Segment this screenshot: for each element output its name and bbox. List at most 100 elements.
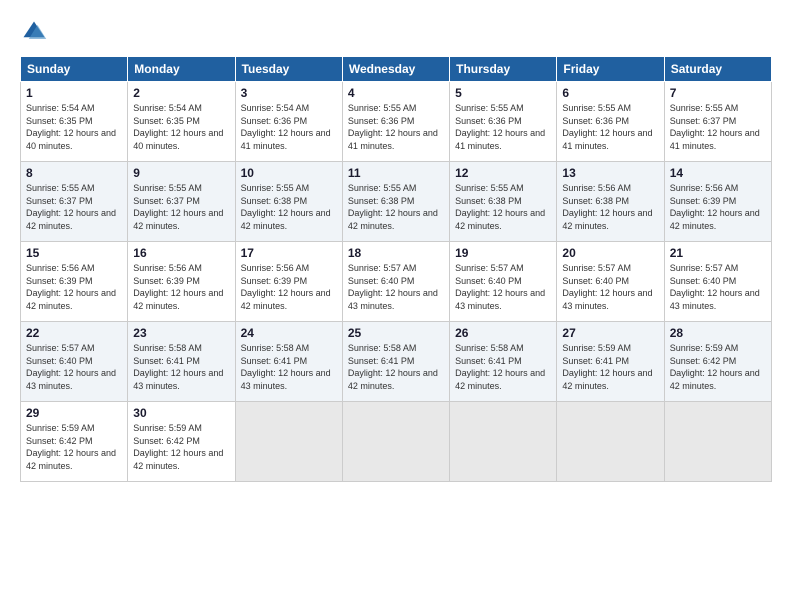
- day-number: 9: [133, 166, 229, 180]
- calendar-day-cell: 5 Sunrise: 5:55 AMSunset: 6:36 PMDaylight…: [450, 82, 557, 162]
- day-number: 12: [455, 166, 551, 180]
- weekday-header: Monday: [128, 57, 235, 82]
- calendar-day-cell: 15Sunrise: 5:56 AMSunset: 6:39 PMDayligh…: [21, 242, 128, 322]
- day-details: Sunrise: 5:59 AMSunset: 6:42 PMDaylight:…: [133, 423, 223, 471]
- day-number: 7: [670, 86, 766, 100]
- logo: [20, 18, 52, 46]
- calendar-day-cell: 16 Sunrise: 5:56 AMSunset: 6:39 PMDayligh…: [128, 242, 235, 322]
- day-details: Sunrise: 5:54 AMSunset: 6:35 PMDaylight:…: [133, 103, 223, 151]
- day-details: Sunrise: 5:57 AMSunset: 6:40 PMDaylight:…: [455, 263, 545, 311]
- day-number: 5: [455, 86, 551, 100]
- day-details: Sunrise: 5:56 AMSunset: 6:38 PMDaylight:…: [562, 183, 652, 231]
- weekday-header: Tuesday: [235, 57, 342, 82]
- day-details: Sunrise: 5:55 AMSunset: 6:37 PMDaylight:…: [26, 183, 116, 231]
- calendar-day-cell: 24 Sunrise: 5:58 AMSunset: 6:41 PMDayligh…: [235, 322, 342, 402]
- calendar-day-cell: 13 Sunrise: 5:56 AMSunset: 6:38 PMDayligh…: [557, 162, 664, 242]
- day-details: Sunrise: 5:58 AMSunset: 6:41 PMDaylight:…: [455, 343, 545, 391]
- day-number: 26: [455, 326, 551, 340]
- calendar-day-cell: 20 Sunrise: 5:57 AMSunset: 6:40 PMDayligh…: [557, 242, 664, 322]
- weekday-header: Saturday: [664, 57, 771, 82]
- calendar-day-cell: 21Sunrise: 5:57 AMSunset: 6:40 PMDayligh…: [664, 242, 771, 322]
- calendar-day-cell: 26 Sunrise: 5:58 AMSunset: 6:41 PMDayligh…: [450, 322, 557, 402]
- calendar-week-row: 29Sunrise: 5:59 AMSunset: 6:42 PMDayligh…: [21, 402, 772, 482]
- day-details: Sunrise: 5:55 AMSunset: 6:36 PMDaylight:…: [348, 103, 438, 151]
- calendar-day-cell: 23 Sunrise: 5:58 AMSunset: 6:41 PMDayligh…: [128, 322, 235, 402]
- day-details: Sunrise: 5:56 AMSunset: 6:39 PMDaylight:…: [133, 263, 223, 311]
- day-details: Sunrise: 5:54 AMSunset: 6:35 PMDaylight:…: [26, 103, 116, 151]
- calendar-day-cell: [664, 402, 771, 482]
- day-number: 28: [670, 326, 766, 340]
- day-number: 2: [133, 86, 229, 100]
- day-number: 10: [241, 166, 337, 180]
- calendar-day-cell: 19 Sunrise: 5:57 AMSunset: 6:40 PMDayligh…: [450, 242, 557, 322]
- calendar-day-cell: 17 Sunrise: 5:56 AMSunset: 6:39 PMDayligh…: [235, 242, 342, 322]
- day-number: 4: [348, 86, 444, 100]
- day-number: 1: [26, 86, 122, 100]
- day-details: Sunrise: 5:57 AMSunset: 6:40 PMDaylight:…: [670, 263, 760, 311]
- day-details: Sunrise: 5:57 AMSunset: 6:40 PMDaylight:…: [26, 343, 116, 391]
- day-details: Sunrise: 5:57 AMSunset: 6:40 PMDaylight:…: [348, 263, 438, 311]
- calendar-day-cell: 18 Sunrise: 5:57 AMSunset: 6:40 PMDayligh…: [342, 242, 449, 322]
- day-number: 8: [26, 166, 122, 180]
- day-details: Sunrise: 5:55 AMSunset: 6:38 PMDaylight:…: [241, 183, 331, 231]
- day-details: Sunrise: 5:59 AMSunset: 6:42 PMDaylight:…: [670, 343, 760, 391]
- day-number: 15: [26, 246, 122, 260]
- day-details: Sunrise: 5:59 AMSunset: 6:42 PMDaylight:…: [26, 423, 116, 471]
- day-number: 3: [241, 86, 337, 100]
- calendar-day-cell: 14Sunrise: 5:56 AMSunset: 6:39 PMDayligh…: [664, 162, 771, 242]
- day-details: Sunrise: 5:59 AMSunset: 6:41 PMDaylight:…: [562, 343, 652, 391]
- day-details: Sunrise: 5:55 AMSunset: 6:36 PMDaylight:…: [562, 103, 652, 151]
- day-number: 6: [562, 86, 658, 100]
- calendar-day-cell: 1 Sunrise: 5:54 AMSunset: 6:35 PMDaylight…: [21, 82, 128, 162]
- day-number: 19: [455, 246, 551, 260]
- calendar-day-cell: 6 Sunrise: 5:55 AMSunset: 6:36 PMDaylight…: [557, 82, 664, 162]
- calendar-week-row: 22Sunrise: 5:57 AMSunset: 6:40 PMDayligh…: [21, 322, 772, 402]
- calendar-day-cell: 25 Sunrise: 5:58 AMSunset: 6:41 PMDayligh…: [342, 322, 449, 402]
- calendar-day-cell: 9Sunrise: 5:55 AMSunset: 6:37 PMDaylight…: [128, 162, 235, 242]
- weekday-header: Wednesday: [342, 57, 449, 82]
- day-number: 11: [348, 166, 444, 180]
- day-details: Sunrise: 5:55 AMSunset: 6:36 PMDaylight:…: [455, 103, 545, 151]
- day-details: Sunrise: 5:58 AMSunset: 6:41 PMDaylight:…: [241, 343, 331, 391]
- day-details: Sunrise: 5:58 AMSunset: 6:41 PMDaylight:…: [133, 343, 223, 391]
- day-details: Sunrise: 5:57 AMSunset: 6:40 PMDaylight:…: [562, 263, 652, 311]
- calendar-day-cell: 8 Sunrise: 5:55 AMSunset: 6:37 PMDaylight…: [21, 162, 128, 242]
- calendar-day-cell: 11 Sunrise: 5:55 AMSunset: 6:38 PMDayligh…: [342, 162, 449, 242]
- calendar-day-cell: [235, 402, 342, 482]
- weekday-header: Sunday: [21, 57, 128, 82]
- day-number: 20: [562, 246, 658, 260]
- day-details: Sunrise: 5:56 AMSunset: 6:39 PMDaylight:…: [241, 263, 331, 311]
- calendar-day-cell: 29Sunrise: 5:59 AMSunset: 6:42 PMDayligh…: [21, 402, 128, 482]
- day-details: Sunrise: 5:55 AMSunset: 6:38 PMDaylight:…: [348, 183, 438, 231]
- day-number: 23: [133, 326, 229, 340]
- calendar-table: SundayMondayTuesdayWednesdayThursdayFrid…: [20, 56, 772, 482]
- header: [20, 18, 772, 46]
- calendar-header-row: SundayMondayTuesdayWednesdayThursdayFrid…: [21, 57, 772, 82]
- day-number: 16: [133, 246, 229, 260]
- day-number: 17: [241, 246, 337, 260]
- day-details: Sunrise: 5:58 AMSunset: 6:41 PMDaylight:…: [348, 343, 438, 391]
- weekday-header: Thursday: [450, 57, 557, 82]
- day-details: Sunrise: 5:54 AMSunset: 6:36 PMDaylight:…: [241, 103, 331, 151]
- day-number: 24: [241, 326, 337, 340]
- day-details: Sunrise: 5:55 AMSunset: 6:38 PMDaylight:…: [455, 183, 545, 231]
- day-number: 25: [348, 326, 444, 340]
- calendar-day-cell: 7 Sunrise: 5:55 AMSunset: 6:37 PMDaylight…: [664, 82, 771, 162]
- logo-icon: [20, 18, 48, 46]
- day-number: 18: [348, 246, 444, 260]
- calendar-week-row: 8 Sunrise: 5:55 AMSunset: 6:37 PMDaylight…: [21, 162, 772, 242]
- day-details: Sunrise: 5:55 AMSunset: 6:37 PMDaylight:…: [670, 103, 760, 151]
- calendar-day-cell: 30Sunrise: 5:59 AMSunset: 6:42 PMDayligh…: [128, 402, 235, 482]
- day-number: 13: [562, 166, 658, 180]
- calendar-day-cell: 12 Sunrise: 5:55 AMSunset: 6:38 PMDayligh…: [450, 162, 557, 242]
- calendar-day-cell: 27 Sunrise: 5:59 AMSunset: 6:41 PMDayligh…: [557, 322, 664, 402]
- calendar-day-cell: 2 Sunrise: 5:54 AMSunset: 6:35 PMDaylight…: [128, 82, 235, 162]
- calendar-day-cell: [450, 402, 557, 482]
- day-number: 27: [562, 326, 658, 340]
- calendar-day-cell: 28 Sunrise: 5:59 AMSunset: 6:42 PMDayligh…: [664, 322, 771, 402]
- weekday-header: Friday: [557, 57, 664, 82]
- calendar-body: 1 Sunrise: 5:54 AMSunset: 6:35 PMDaylight…: [21, 82, 772, 482]
- day-number: 14: [670, 166, 766, 180]
- calendar-week-row: 1 Sunrise: 5:54 AMSunset: 6:35 PMDaylight…: [21, 82, 772, 162]
- calendar-day-cell: 22Sunrise: 5:57 AMSunset: 6:40 PMDayligh…: [21, 322, 128, 402]
